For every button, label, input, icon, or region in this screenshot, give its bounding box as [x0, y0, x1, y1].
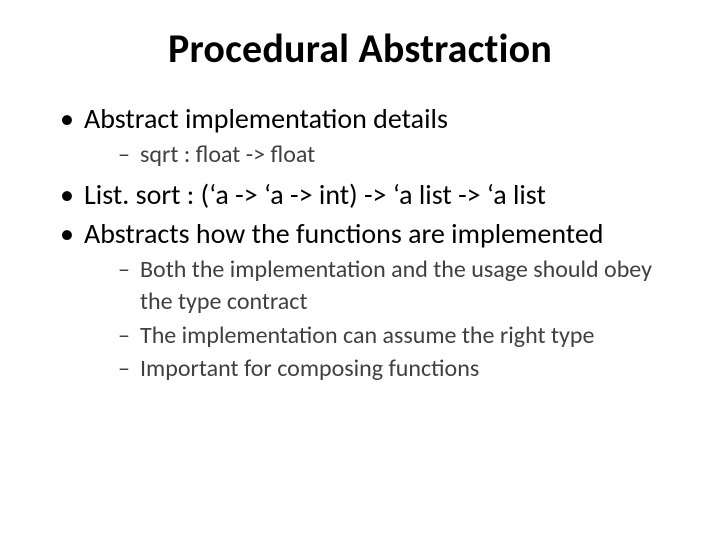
bullet-text: List. sort : (‘a -> ‘a -> int) -> ‘a lis…	[84, 177, 546, 212]
slide-title: Procedural Abstraction	[48, 24, 672, 73]
sub-bullet-text: The implementation can assume the right …	[140, 321, 594, 350]
bullet-item: Abstracts how the functions are implemen…	[56, 216, 672, 385]
sub-bullet-item: Important for composing functions	[116, 353, 672, 385]
bullet-text: Abstracts how the functions are implemen…	[84, 216, 604, 251]
sub-bullet-item: The implementation can assume the right …	[116, 320, 672, 352]
bullet-item: List. sort : (‘a -> ‘a -> int) -> ‘a lis…	[56, 177, 672, 213]
sub-bullet-text: Both the implementation and the usage sh…	[140, 255, 652, 316]
sub-bullet-item: Both the implementation and the usage sh…	[116, 254, 672, 317]
bullet-list: Abstract implementation details sqrt : f…	[48, 101, 672, 385]
sub-bullet-list: Both the implementation and the usage sh…	[84, 254, 672, 385]
sub-bullet-item: sqrt : float -> float	[116, 139, 672, 171]
sub-bullet-text: Important for composing functions	[140, 354, 479, 383]
bullet-item: Abstract implementation details sqrt : f…	[56, 101, 672, 171]
slide: Procedural Abstraction Abstract implemen…	[0, 0, 720, 540]
sub-bullet-text: sqrt : float -> float	[140, 140, 315, 169]
sub-bullet-list: sqrt : float -> float	[84, 139, 672, 171]
bullet-text: Abstract implementation details	[84, 101, 448, 136]
